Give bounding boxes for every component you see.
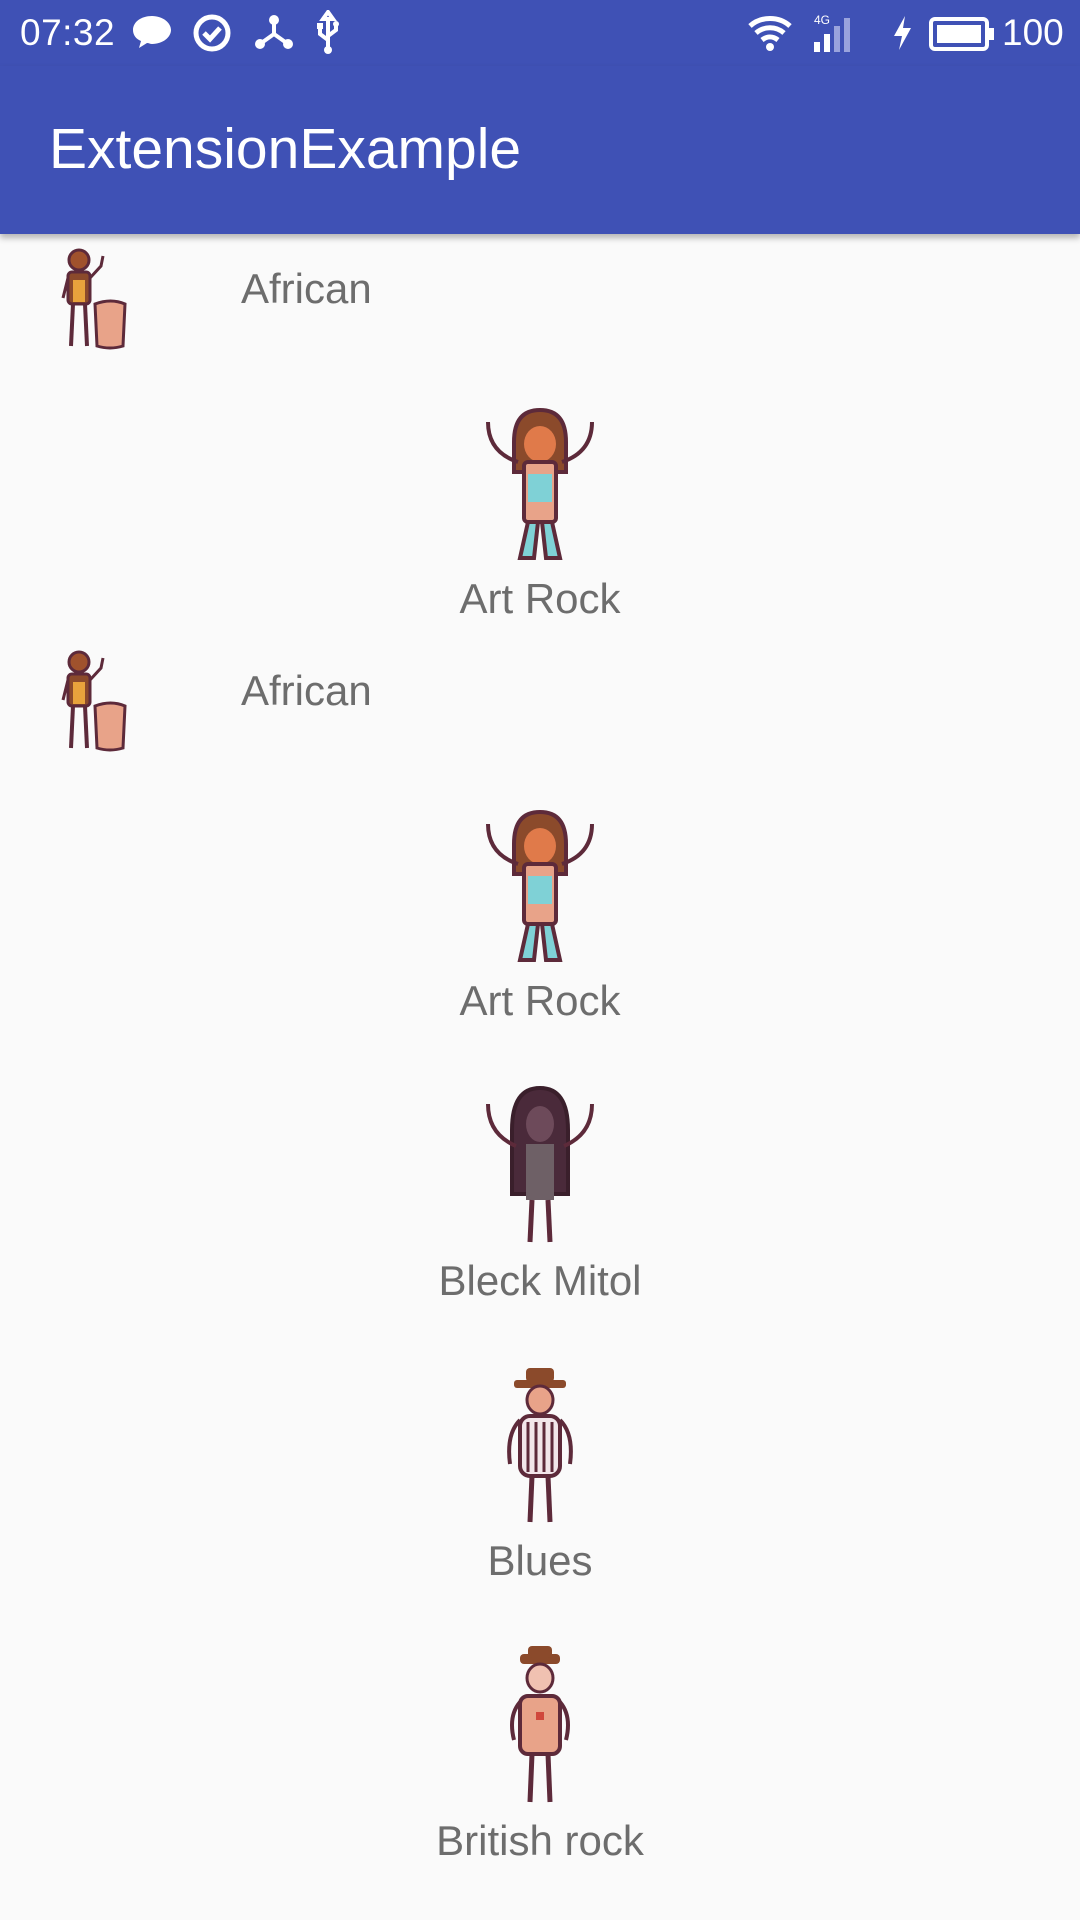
battery-percentage: 100 <box>1002 12 1064 53</box>
battery-icon <box>928 16 996 57</box>
app-bar: ExtensionExample <box>0 66 1080 234</box>
item-label: Bleck Mitol <box>438 1257 642 1304</box>
item-label: Art Rock <box>459 977 621 1024</box>
list-item[interactable]: African <box>0 636 1080 756</box>
check-circle-icon <box>192 13 232 58</box>
status-bar: 07:32 4G 100 <box>0 0 1080 66</box>
signal-icon: 4G <box>812 13 872 57</box>
list-item[interactable]: African <box>0 234 1080 354</box>
share-nodes-icon <box>254 12 294 57</box>
list-item[interactable]: Bleck Mitol <box>0 1084 1080 1354</box>
item-label: Blues <box>487 1537 593 1584</box>
item-label: Art Rock <box>459 575 621 622</box>
wifi-icon <box>746 14 794 57</box>
status-time: 07:32 <box>20 12 116 53</box>
usb-icon <box>314 8 342 61</box>
list-item[interactable]: British rock <box>0 1644 1080 1914</box>
genre-list[interactable]: African Art Rock African Art Rock Bleck … <box>0 234 1080 1920</box>
list-item[interactable]: Art Rock <box>0 804 1080 1074</box>
african-drummer-icon <box>55 648 129 756</box>
charging-icon <box>890 14 914 57</box>
item-label: African <box>241 265 372 312</box>
art-rock-figure-icon <box>484 804 596 970</box>
african-drummer-icon <box>55 246 129 354</box>
art-rock-figure-icon <box>484 402 596 568</box>
list-item[interactable]: Blues <box>0 1364 1080 1634</box>
item-label: British rock <box>436 1817 644 1864</box>
black-metal-figure-icon <box>484 1084 596 1250</box>
item-label: African <box>241 667 372 714</box>
blues-figure-icon <box>484 1364 596 1530</box>
british-rock-figure-icon <box>484 1644 596 1810</box>
network-type-label: 4G <box>814 14 830 27</box>
app-title: ExtensionExample <box>49 117 522 181</box>
chat-bubble-icon <box>132 14 172 55</box>
list-item[interactable]: Art Rock <box>0 402 1080 672</box>
